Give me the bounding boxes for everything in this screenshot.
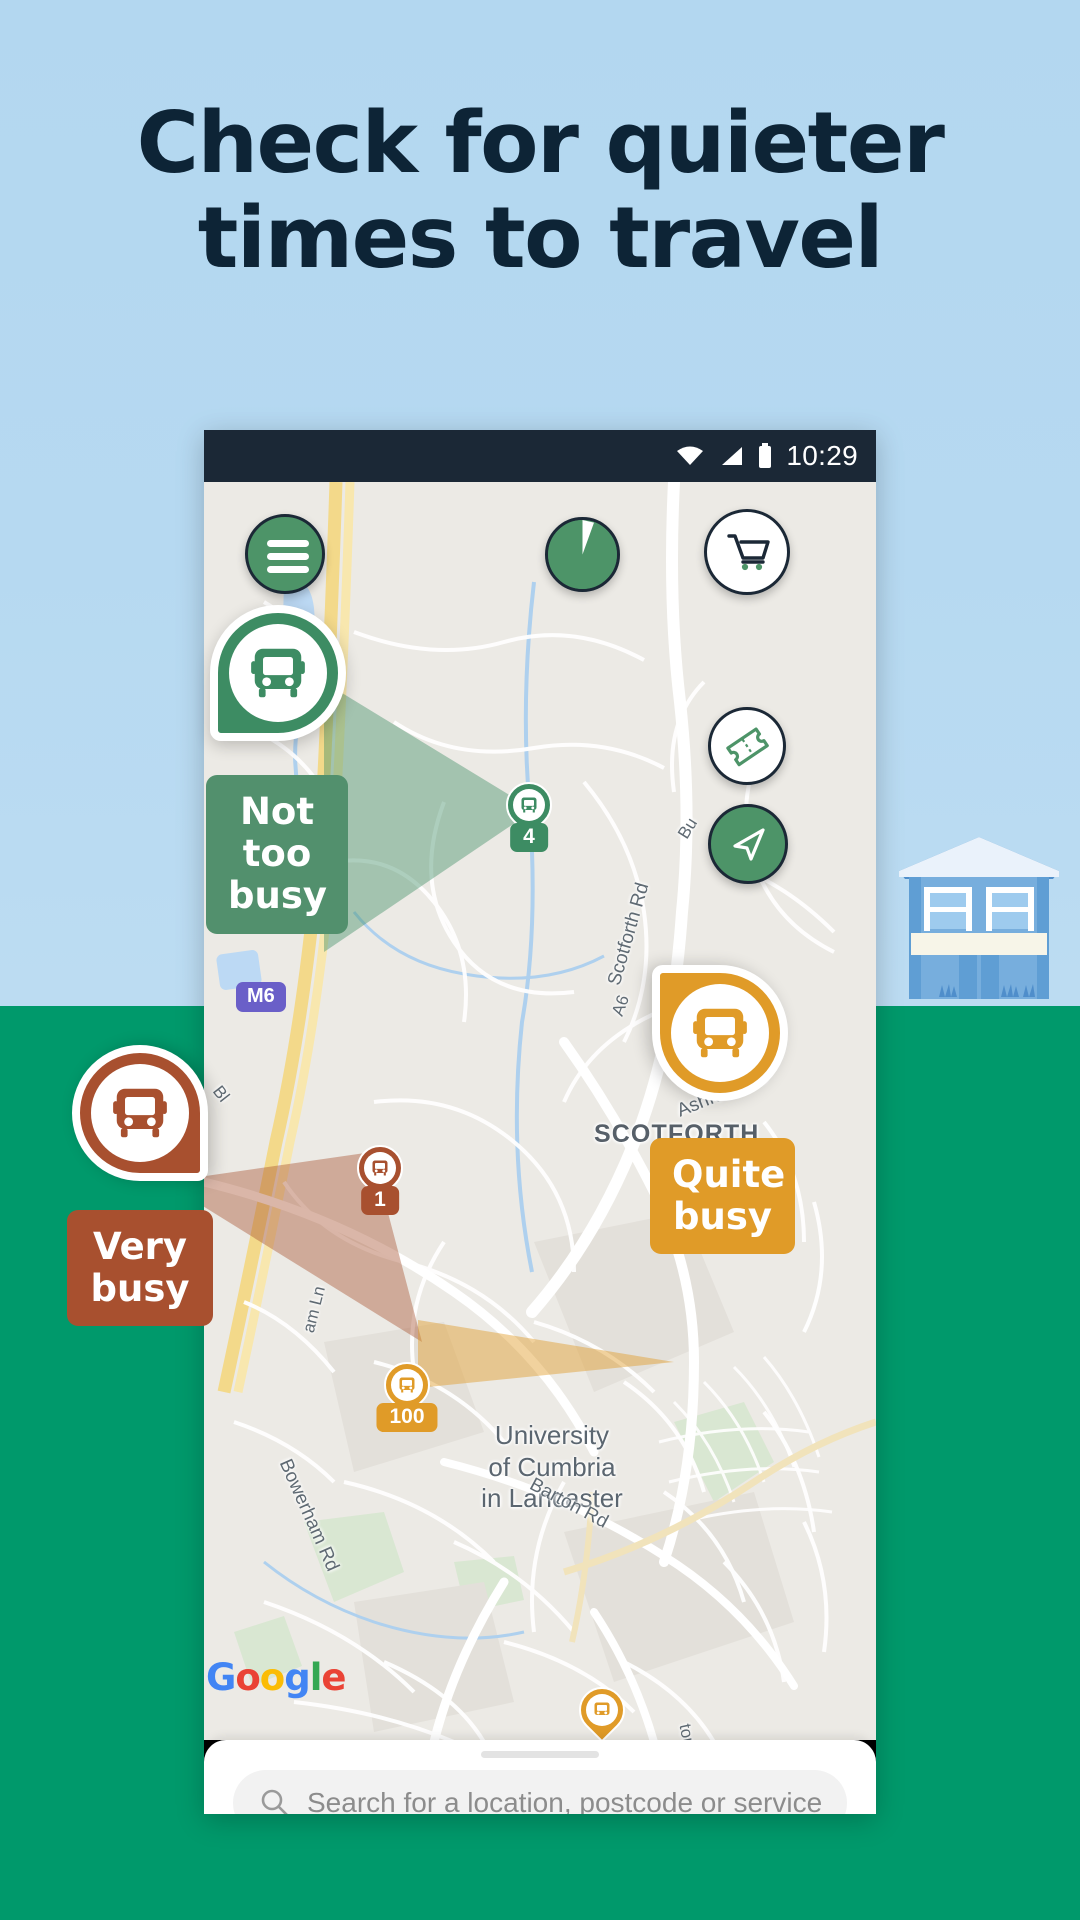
bus-icon bbox=[693, 1008, 747, 1058]
pin-inner bbox=[391, 1369, 423, 1401]
pin-inner bbox=[364, 1152, 396, 1184]
callout-label: Not too busy bbox=[206, 775, 348, 934]
hamburger-icon bbox=[267, 566, 309, 573]
pin-inner bbox=[513, 789, 545, 821]
wifi-icon bbox=[677, 446, 704, 465]
callout-label: Quite busy bbox=[650, 1138, 795, 1255]
search-icon bbox=[261, 1789, 288, 1814]
menu-button[interactable] bbox=[245, 514, 325, 594]
page-title: Check for quieter times to travel bbox=[0, 94, 1080, 289]
bus-icon bbox=[594, 1702, 610, 1715]
google-letter-e: e bbox=[321, 1656, 346, 1699]
bus-icon bbox=[372, 1160, 388, 1176]
cart-button[interactable] bbox=[704, 509, 790, 595]
ticket-icon bbox=[726, 727, 769, 767]
google-attribution: Google bbox=[206, 1656, 347, 1699]
pin-route-badge: 4 bbox=[510, 823, 548, 852]
pin-route-badge: 100 bbox=[376, 1403, 438, 1432]
quite-busy-callout[interactable]: Quite busy bbox=[650, 965, 795, 1255]
search-sheet: Search for a location, postcode or servi… bbox=[204, 1740, 876, 1814]
bus-stop-pin-4[interactable]: 4 bbox=[496, 772, 562, 852]
hamburger-icon bbox=[267, 540, 309, 547]
callout-label-line-1: Quite bbox=[672, 1153, 786, 1196]
bus-icon bbox=[399, 1377, 415, 1393]
bus-stop-pin-extra[interactable] bbox=[569, 1677, 635, 1740]
sheet-grabber[interactable] bbox=[481, 1751, 599, 1758]
callout-label-line-2: busy bbox=[90, 1267, 190, 1311]
callout-label: Very busy bbox=[67, 1210, 213, 1327]
clock-pie-icon bbox=[548, 520, 617, 589]
signal-icon bbox=[722, 447, 743, 465]
callout-label-line-1: Not too bbox=[239, 790, 315, 876]
status-time: 10:29 bbox=[786, 440, 858, 471]
motorway-badge-m6: M6 bbox=[236, 982, 286, 1012]
navigate-arrow-icon bbox=[733, 828, 765, 861]
shopping-cart-icon bbox=[727, 534, 770, 571]
time-button[interactable] bbox=[545, 517, 620, 592]
bus-stop-pin-100[interactable]: 100 bbox=[374, 1352, 440, 1432]
bus-icon bbox=[113, 1088, 167, 1138]
not-too-busy-callout[interactable]: Not too busy bbox=[206, 605, 348, 934]
bus-icon bbox=[521, 797, 537, 813]
callout-disc bbox=[229, 624, 327, 722]
headline-line-1: Check for quieter bbox=[136, 94, 945, 193]
google-letter-g: G bbox=[206, 1656, 236, 1699]
status-bar: 10:29 bbox=[204, 430, 876, 482]
google-letter-o2: o bbox=[259, 1656, 285, 1699]
callout-teardrop bbox=[210, 605, 346, 741]
bus-stop-pin-1[interactable]: 1 bbox=[347, 1135, 413, 1215]
very-busy-callout[interactable]: Very busy bbox=[67, 1045, 213, 1327]
google-letter-g2: g bbox=[284, 1656, 310, 1699]
search-input[interactable]: Search for a location, postcode or servi… bbox=[233, 1770, 847, 1814]
search-placeholder: Search for a location, postcode or servi… bbox=[307, 1787, 823, 1814]
locate-button[interactable] bbox=[708, 804, 788, 884]
headline-line-2: times to travel bbox=[197, 189, 884, 289]
callout-label-line-1: Very bbox=[92, 1225, 188, 1268]
bus-icon bbox=[251, 648, 305, 698]
hamburger-icon bbox=[267, 553, 309, 560]
pin-head bbox=[569, 1677, 635, 1740]
ticket-button[interactable] bbox=[708, 707, 786, 785]
shop-house-illustration bbox=[899, 837, 1059, 999]
callout-disc bbox=[671, 984, 769, 1082]
google-letter-o1: o bbox=[235, 1656, 260, 1699]
callout-teardrop bbox=[72, 1045, 208, 1181]
callout-label-line-2: busy bbox=[673, 1195, 772, 1239]
pin-route-badge: 1 bbox=[361, 1186, 399, 1215]
callout-label-line-2: busy bbox=[228, 874, 327, 918]
pin-inner bbox=[586, 1694, 618, 1726]
callout-teardrop bbox=[652, 965, 788, 1101]
battery-icon bbox=[759, 443, 772, 468]
callout-disc bbox=[91, 1064, 189, 1162]
google-letter-l: l bbox=[309, 1656, 323, 1699]
